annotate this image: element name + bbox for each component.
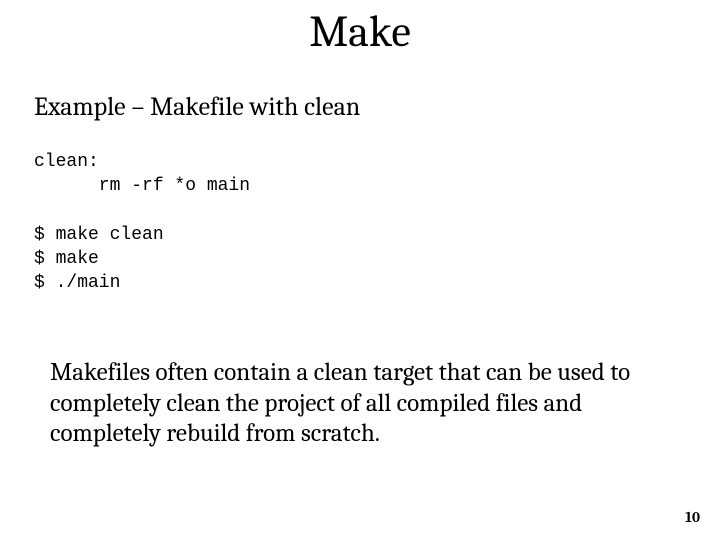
slide-subtitle: Example – Makefile with clean	[34, 92, 360, 122]
slide-title: Make	[0, 6, 720, 57]
page-number: 10	[685, 508, 700, 526]
slide: Make Example – Makefile with clean clean…	[0, 0, 720, 540]
code-block: clean: rm -rf *o main $ make clean $ mak…	[34, 150, 250, 296]
body-text: Makefiles often contain a clean target t…	[50, 358, 670, 450]
